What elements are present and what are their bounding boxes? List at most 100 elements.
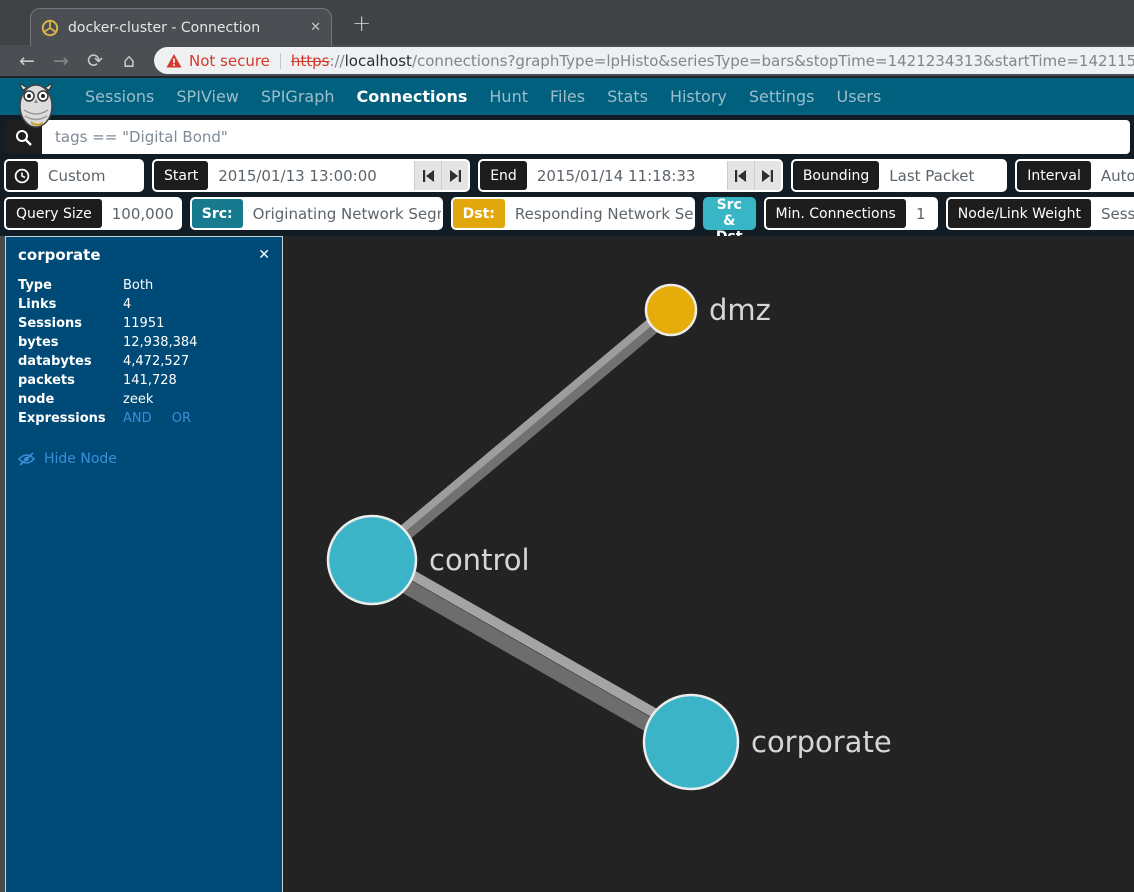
time-preset-select[interactable]: Custom — [38, 161, 142, 190]
nav-users[interactable]: Users — [825, 87, 892, 106]
step-forward-icon — [761, 170, 774, 182]
panel-row-packets: packets 141,728 — [6, 371, 282, 390]
bounding-group: Bounding Last Packet — [791, 159, 1007, 192]
hide-node-link[interactable]: Hide Node — [18, 451, 270, 467]
query-size-select[interactable]: 100,000 — [102, 199, 180, 228]
row-label: Type — [18, 276, 123, 295]
url-host: localhost — [345, 52, 412, 70]
graph-node-dmz[interactable] — [646, 285, 696, 335]
nav-history[interactable]: History — [659, 87, 738, 106]
search-row — [4, 120, 1130, 154]
graph-node-corporate[interactable] — [644, 695, 738, 789]
tab-close-icon[interactable]: ✕ — [310, 20, 321, 35]
dst-group: Dst: Responding Network Segm — [451, 197, 695, 230]
panel-close-icon[interactable]: ✕ — [258, 247, 270, 263]
weight-label: Node/Link Weight — [948, 199, 1091, 228]
nav-files[interactable]: Files — [539, 87, 596, 106]
row-value: 141,728 — [123, 371, 177, 390]
row-label: databytes — [18, 352, 123, 371]
clock-icon — [14, 168, 30, 184]
min-connections-group: Min. Connections — [764, 197, 938, 230]
expression-or-link[interactable]: OR — [172, 411, 191, 426]
address-bar[interactable]: Not secure https://localhost/connections… — [154, 47, 1134, 74]
min-connections-input[interactable] — [906, 199, 936, 228]
tab-title: docker-cluster - Connection — [68, 20, 301, 36]
tab-favicon-icon — [41, 19, 59, 37]
connections-graph[interactable]: dmz control corporate — [283, 236, 1134, 892]
src-group: Src: Originating Network Segme — [190, 197, 443, 230]
graph-node-label-corporate: corporate — [751, 725, 892, 759]
dst-field-select[interactable]: Responding Network Segm — [505, 199, 693, 228]
browser-tab[interactable]: docker-cluster - Connection ✕ — [30, 8, 332, 46]
reload-button[interactable]: ⟳ — [78, 50, 112, 72]
not-secure-label[interactable]: Not secure — [189, 52, 270, 70]
src-field-select[interactable]: Originating Network Segme — [243, 199, 441, 228]
panel-row-expressions: Expressions AND OR — [6, 409, 282, 428]
graph-node-control[interactable] — [328, 516, 416, 604]
nav-connections[interactable]: Connections — [346, 87, 479, 106]
graph-link-control-dmz[interactable] — [369, 307, 668, 557]
app-logo-owl — [15, 82, 57, 128]
step-backward-icon — [422, 170, 435, 182]
row-label: packets — [18, 371, 123, 390]
row-label: Sessions — [18, 314, 123, 333]
home-button[interactable]: ⌂ — [112, 50, 146, 72]
panel-title: corporate — [18, 246, 101, 264]
graph-node-label-dmz: dmz — [709, 293, 771, 327]
nav-hunt[interactable]: Hunt — [478, 87, 539, 106]
bounding-select[interactable]: Last Packet — [879, 161, 1005, 190]
step-forward-icon — [449, 170, 462, 182]
url-path: /connections?graphType=lpHisto&seriesTyp… — [412, 52, 1134, 70]
warning-icon — [166, 53, 182, 69]
row-label: node — [18, 390, 123, 409]
search-controls: Custom Start End — [0, 115, 1134, 236]
browser-toolbar: ← → ⟳ ⌂ Not secure https://localhost/con… — [0, 45, 1134, 78]
row-label: Expressions — [18, 409, 123, 428]
search-icon — [15, 129, 32, 146]
panel-row-databytes: databytes 4,472,527 — [6, 352, 282, 371]
url-text: https://localhost/connections?graphType=… — [291, 52, 1134, 70]
end-label: End — [480, 161, 527, 190]
panel-header: corporate ✕ — [6, 244, 282, 276]
row-label: Links — [18, 295, 123, 314]
nav-sessions[interactable]: Sessions — [74, 87, 165, 106]
panel-row-links: Links 4 — [6, 295, 282, 314]
main-area: corporate ✕ Type Both Links 4 Sessions 1… — [0, 236, 1134, 892]
bounding-label: Bounding — [793, 161, 879, 190]
query-size-group: Query Size 100,000 — [4, 197, 182, 230]
src-and-dst-button[interactable]: Src & Dst — [703, 197, 756, 230]
start-time-group: Start — [152, 159, 470, 192]
graph-link-control-corporate[interactable] — [369, 565, 688, 747]
weight-group: Node/Link Weight Sessions — [946, 197, 1134, 230]
min-connections-label: Min. Connections — [766, 199, 906, 228]
interval-select[interactable]: Auto — [1091, 161, 1134, 190]
time-preset-group: Custom — [4, 159, 144, 192]
row-value: 4,472,527 — [123, 352, 189, 371]
search-input[interactable] — [42, 120, 1130, 154]
nav-spiview[interactable]: SPIView — [165, 87, 250, 106]
start-step-forward-button[interactable] — [441, 161, 468, 190]
nav-stats[interactable]: Stats — [596, 87, 659, 106]
end-time-input[interactable] — [527, 161, 727, 190]
row-value: 4 — [123, 295, 131, 314]
url-divider — [280, 53, 281, 69]
back-button[interactable]: ← — [10, 50, 44, 72]
row-value: Both — [123, 276, 153, 295]
nav-settings[interactable]: Settings — [738, 87, 826, 106]
graph-node-label-control: control — [429, 543, 530, 577]
eye-slash-icon — [18, 452, 35, 466]
graph-link-control-corporate[interactable] — [375, 554, 694, 736]
new-tab-button[interactable]: + — [352, 11, 371, 37]
end-step-forward-button[interactable] — [754, 161, 781, 190]
expression-and-link[interactable]: AND — [123, 411, 152, 426]
dst-label: Dst: — [453, 199, 505, 228]
start-time-input[interactable] — [208, 161, 414, 190]
graph-link-control-dmz[interactable] — [375, 313, 674, 563]
query-row: Query Size 100,000 Src: Originating Netw… — [4, 197, 1130, 230]
clock-button[interactable] — [6, 161, 38, 190]
row-value: 11951 — [123, 314, 164, 333]
nav-spigraph[interactable]: SPIGraph — [250, 87, 346, 106]
end-step-back-button[interactable] — [727, 161, 754, 190]
start-step-back-button[interactable] — [414, 161, 441, 190]
weight-select[interactable]: Sessions — [1091, 199, 1134, 228]
